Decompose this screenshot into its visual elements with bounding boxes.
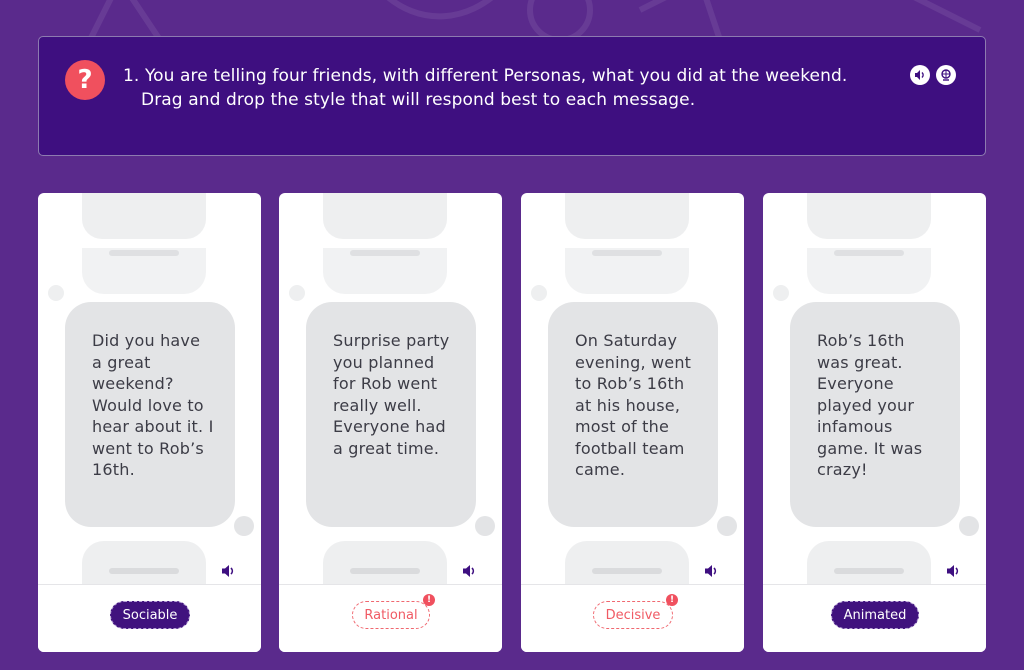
typing-dot xyxy=(531,285,547,301)
previous-message-placeholder xyxy=(807,193,931,239)
previous-message-placeholder xyxy=(323,193,447,239)
card-divider xyxy=(279,584,502,585)
answer-chip-label: Sociable xyxy=(122,607,178,623)
typing-dot xyxy=(48,285,64,301)
message-text: On Saturday evening, went to Rob’s 16th … xyxy=(575,331,692,479)
typing-dot xyxy=(289,285,305,301)
answer-chip-label: Decisive xyxy=(605,607,661,623)
question-tools xyxy=(910,65,956,85)
answer-chip-label: Animated xyxy=(843,607,907,623)
typing-dot xyxy=(475,516,495,536)
previous-message-placeholder xyxy=(82,248,206,294)
card-divider xyxy=(521,584,744,585)
speaker-icon[interactable] xyxy=(910,65,930,85)
card-divider xyxy=(763,584,986,585)
message-card-4: Rob’s 16th was great. Everyone played yo… xyxy=(763,193,986,652)
previous-message-placeholder xyxy=(323,248,447,294)
error-badge-icon: ! xyxy=(423,594,435,606)
message-card-2: Surprise party you planned for Rob went … xyxy=(279,193,502,652)
message-text: Did you have a great weekend? Would love… xyxy=(92,331,214,479)
speaker-icon[interactable] xyxy=(460,562,480,580)
message-card-3: On Saturday evening, went to Rob’s 16th … xyxy=(521,193,744,652)
question-line-1: You are telling four friends, with diffe… xyxy=(144,66,848,86)
answer-chip[interactable]: Sociable xyxy=(110,601,190,629)
question-line-2: Drag and drop the style that will respon… xyxy=(141,90,696,110)
card-divider xyxy=(38,584,261,585)
typing-dot xyxy=(234,516,254,536)
message-text: Rob’s 16th was great. Everyone played yo… xyxy=(817,331,923,479)
previous-message-placeholder xyxy=(565,248,689,294)
question-mark-icon: ? xyxy=(65,60,105,100)
message-card-1: Did you have a great weekend? Would love… xyxy=(38,193,261,652)
question-text: 1. You are telling four friends, with di… xyxy=(123,64,903,112)
error-badge-icon: ! xyxy=(666,594,678,606)
previous-message-placeholder xyxy=(565,193,689,239)
answer-chip[interactable]: Decisive ! xyxy=(593,594,678,629)
message-bubble: Surprise party you planned for Rob went … xyxy=(306,302,476,527)
globe-icon[interactable] xyxy=(936,65,956,85)
speaker-icon[interactable] xyxy=(702,562,722,580)
typing-dot xyxy=(959,516,979,536)
typing-dot xyxy=(717,516,737,536)
typing-dot xyxy=(773,285,789,301)
speaker-icon[interactable] xyxy=(219,562,239,580)
answer-chip[interactable]: Animated xyxy=(831,601,919,629)
message-bubble: On Saturday evening, went to Rob’s 16th … xyxy=(548,302,718,527)
answer-chip[interactable]: Rational ! xyxy=(352,594,435,629)
answer-chip-label: Rational xyxy=(364,607,418,623)
message-bubble: Rob’s 16th was great. Everyone played yo… xyxy=(790,302,960,527)
previous-message-placeholder xyxy=(82,193,206,239)
speaker-icon[interactable] xyxy=(944,562,964,580)
message-text: Surprise party you planned for Rob went … xyxy=(333,331,450,458)
previous-message-placeholder xyxy=(807,248,931,294)
question-panel: ? 1. You are telling four friends, with … xyxy=(38,36,986,156)
message-bubble: Did you have a great weekend? Would love… xyxy=(65,302,235,527)
question-number: 1. xyxy=(123,66,140,86)
